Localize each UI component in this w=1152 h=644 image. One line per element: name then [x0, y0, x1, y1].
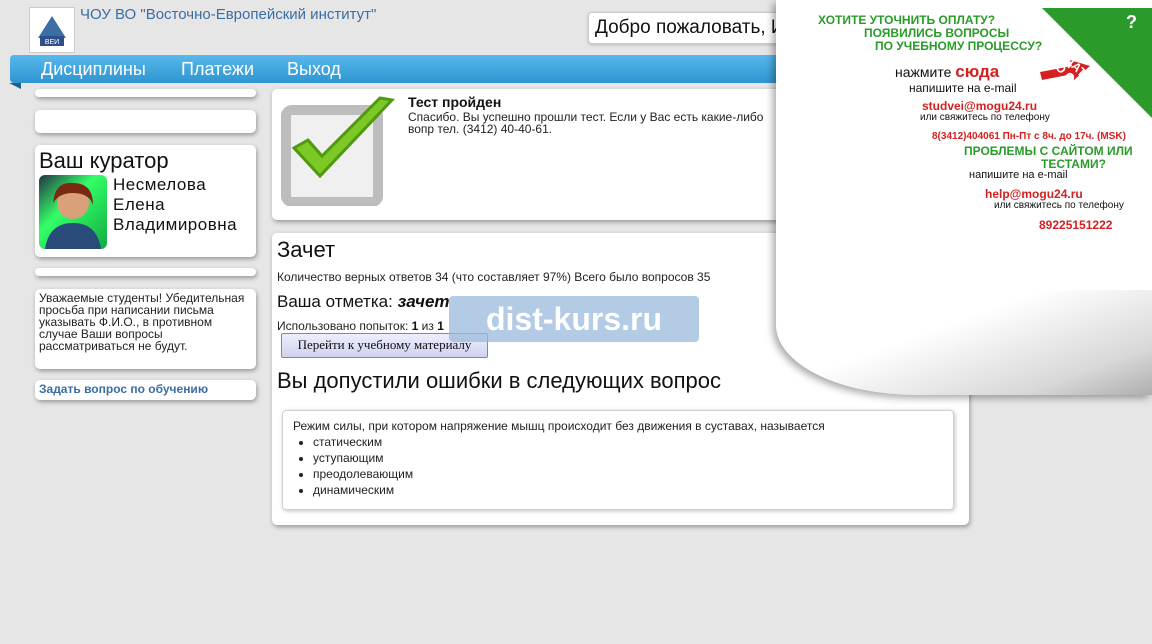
curator-avatar	[39, 175, 107, 249]
notice-text: Уважаемые студенты! Убедительная просьба…	[39, 291, 245, 353]
main-nav: Дисциплины Платежи Выход	[10, 55, 860, 83]
promo-problems-1: ПРОБЛЕМЫ С САЙТОМ ИЛИ	[964, 144, 1133, 158]
sidebar-empty-panel	[35, 89, 256, 97]
list-item: преодолевающим	[313, 466, 413, 482]
attempts-total: 1	[437, 319, 444, 333]
institute-logo[interactable]: ВЕИ	[29, 7, 75, 53]
errors-title: Вы допустили ошибки в следующих вопрос	[277, 368, 722, 393]
mark-line: Ваша отметка: зачет	[277, 292, 450, 312]
sidebar-empty-panel	[35, 268, 256, 276]
curator-middle-name: Владимировна	[113, 215, 238, 234]
attempts-label: Использовано попыток:	[277, 319, 409, 333]
test-passed-card: Тест пройден Спасибо. Вы успешно прошли …	[272, 89, 787, 220]
curator-panel: Ваш куратор Несмелова Елена Владимировна	[35, 145, 256, 257]
mark-label: Ваша отметка:	[277, 292, 393, 311]
question-mark-icon: ?	[1126, 12, 1137, 32]
promo-or-call-2: или свяжитесь по телефону	[994, 200, 1124, 211]
promo-line-2: ПОЯВИЛИСЬ ВОПРОСЫ	[864, 26, 1010, 40]
promo-press-line: нажмите сюда	[895, 62, 999, 82]
curator-first-name: Елена	[113, 195, 166, 214]
mark-value: зачет	[397, 292, 450, 311]
attempts-separator: из	[421, 319, 434, 333]
list-item: динамическим	[313, 482, 413, 498]
attempts-used: 1	[411, 319, 419, 333]
curator-name: Несмелова Елена Владимировна	[113, 175, 237, 235]
curator-title: Ваш куратор	[39, 148, 169, 173]
notice-panel: Уважаемые студенты! Убедительная просьба…	[35, 289, 256, 369]
promo-write-email-2: напишите на e-mail	[969, 169, 1068, 181]
promo-phone-2: 89225151222	[1039, 218, 1113, 232]
sidebar-empty-panel	[35, 110, 256, 133]
promo-email-1[interactable]: studvei@mogu24.ru	[922, 99, 1037, 113]
attempts-line: Использовано попыток: 1 из 1	[277, 319, 444, 333]
logo-text: ВЕИ	[45, 39, 59, 46]
result-stats: Количество верных ответов 34 (что состав…	[277, 270, 711, 284]
test-title: Тест пройден	[408, 94, 502, 110]
promo-phone-1: 8(3412)404061 Пн-Пт с 8ч. до 17ч. (MSK)	[932, 131, 1126, 142]
logo-emblem-icon: ВЕИ	[33, 11, 71, 49]
ask-question-panel: Задать вопрос по обучению	[35, 380, 256, 400]
list-item: статическим	[313, 434, 413, 450]
promo-email-2[interactable]: help@mogu24.ru	[985, 187, 1083, 201]
ask-question-link[interactable]: Задать вопрос по обучению	[39, 382, 208, 396]
curator-last-name: Несмелова	[113, 175, 207, 194]
question-text: Режим силы, при котором напряжение мышц …	[293, 419, 825, 433]
result-title: Зачет	[277, 237, 336, 262]
nav-fold-decoration	[9, 83, 21, 89]
question-block: Режим силы, при котором напряжение мышц …	[282, 410, 954, 510]
answer-options: статическим уступающим преодолевающим ди…	[297, 434, 413, 498]
org-name: ЧОУ ВО "Восточно-Европейский институт"	[80, 6, 377, 23]
watermark: dist-kurs.ru	[449, 296, 699, 342]
checkmark-icon	[281, 96, 396, 206]
promo-press: нажмите	[895, 64, 952, 80]
test-message: Спасибо. Вы успешно прошли тест. Если у …	[408, 110, 764, 136]
nav-logout[interactable]: Выход	[287, 55, 341, 83]
nav-disciplines[interactable]: Дисциплины	[41, 55, 146, 83]
promo-here-link[interactable]: сюда	[955, 62, 999, 81]
list-item: уступающим	[313, 450, 413, 466]
promo-write-email: напишите на e-mail	[909, 81, 1017, 95]
avatar-person-icon	[45, 182, 101, 249]
promo-line-1: ХОТИТЕ УТОЧНИТЬ ОПЛАТУ?	[818, 13, 996, 27]
promo-or-call: или свяжитесь по телефону	[920, 112, 1050, 123]
promo-line-3: ПО УЧЕБНОМУ ПРОЦЕССУ?	[875, 39, 1043, 53]
nav-payments[interactable]: Платежи	[181, 55, 254, 83]
